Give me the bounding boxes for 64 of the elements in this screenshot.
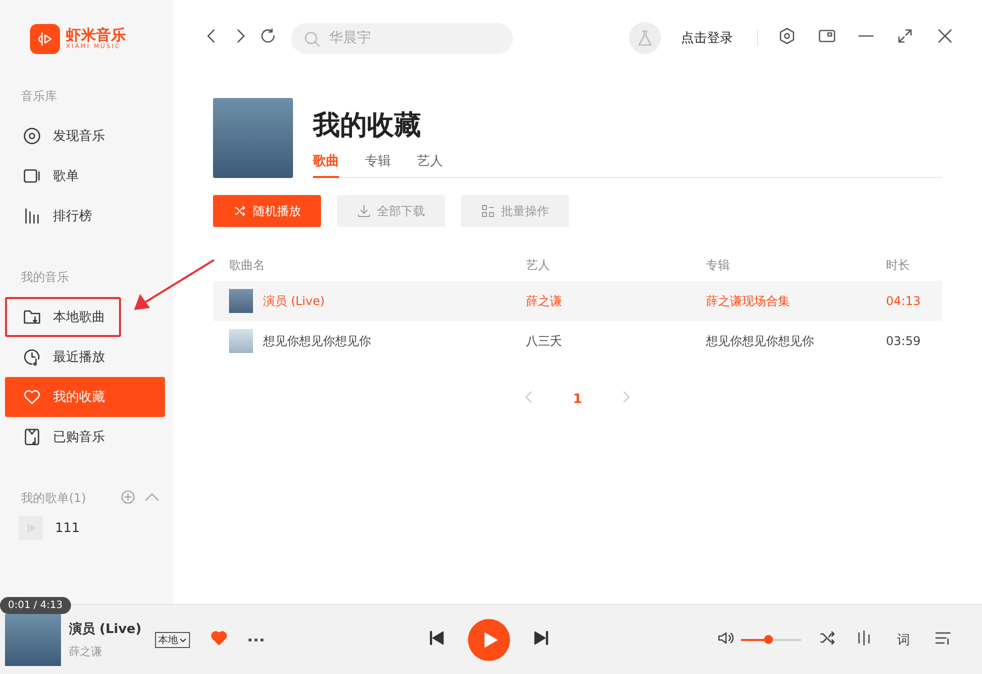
sidebar-item[interactable]: 歌单 <box>5 156 165 196</box>
playlist-item[interactable]: 111 <box>19 516 165 540</box>
shuffle-icon <box>819 628 837 646</box>
screen-icon <box>23 167 41 185</box>
logo-name: 虾米音乐 <box>66 27 126 43</box>
skip-forward-icon <box>532 628 550 646</box>
more-icon <box>248 638 264 642</box>
sidebar-item[interactable]: 最近播放 <box>5 337 165 377</box>
album-cell-text: 想见你想见你想见你 <box>706 332 815 350</box>
source-dropdown[interactable]: 本地 <box>155 632 190 648</box>
photo-placeholder <box>229 289 253 313</box>
grid-icon <box>481 204 495 218</box>
play-button[interactable] <box>468 618 510 660</box>
column-header: 时长 <box>886 257 911 274</box>
track-title: 演员 (Live) <box>69 620 142 638</box>
column-header: 艺人 <box>526 257 551 274</box>
photo-placeholder <box>5 614 61 666</box>
heart-icon <box>23 388 41 406</box>
bag-icon <box>23 428 41 446</box>
song-row[interactable]: 想见你想见你想见你 八三夭 想见你想见你想见你 03:59 <box>213 321 942 361</box>
settings-icon <box>778 27 796 45</box>
add-icon <box>121 490 135 504</box>
column-header: 歌曲名 <box>229 257 266 274</box>
folder-icon <box>23 308 41 326</box>
artist-cell-text: 八三夭 <box>526 332 563 350</box>
expand-icon <box>896 27 914 45</box>
sidebar-item[interactable]: 排行榜 <box>5 196 165 236</box>
track-artist: 薛之谦 <box>69 644 103 659</box>
duration-cell-text: 04:13 <box>886 294 922 308</box>
page-title: 我的收藏 <box>313 109 422 143</box>
clock-icon <box>23 348 41 366</box>
time-tooltip: 0:01 / 4:13 <box>0 597 71 614</box>
sidebar-item[interactable]: 发现音乐 <box>5 116 165 156</box>
section-title: 我的音乐 <box>21 269 70 285</box>
disc-icon <box>23 127 41 145</box>
more-button[interactable] <box>248 638 264 642</box>
lyrics-button[interactable]: 词 <box>891 630 916 650</box>
duration-cell-text: 03:59 <box>886 334 922 348</box>
refresh-icon <box>259 27 277 45</box>
mini-window-icon <box>818 27 836 45</box>
tab[interactable]: 艺人 <box>417 150 443 178</box>
song-title: 想见你想见你想见你 <box>263 332 371 350</box>
section-title: 我的歌单(1) <box>21 490 86 506</box>
minimize-icon <box>858 35 874 37</box>
sidebar-item[interactable]: 已购音乐 <box>5 417 165 457</box>
caret-icon <box>179 636 187 644</box>
sidebar-item[interactable]: 本地歌曲 <box>5 297 121 337</box>
close-icon <box>936 27 954 45</box>
download-icon <box>357 204 371 218</box>
album-cell-text: 薛之谦现场合集 <box>706 292 791 310</box>
logo-icon <box>30 24 60 54</box>
heart-icon <box>210 628 228 646</box>
skip-back-icon <box>428 628 446 646</box>
song-title: 演员 (Live) <box>263 292 325 310</box>
search-field[interactable]: 华晨宇 <box>291 22 513 54</box>
flask-icon <box>636 29 654 47</box>
column-header: 专辑 <box>706 257 731 274</box>
login-link[interactable]: 点击登录 <box>681 29 733 47</box>
tab[interactable]: 专辑 <box>365 150 391 178</box>
bars-icon <box>23 207 41 225</box>
artist-cell-text: 薛之谦 <box>526 292 563 310</box>
photo-placeholder <box>229 329 253 353</box>
shuffle-icon <box>233 204 247 218</box>
section-title: 音乐库 <box>21 88 58 104</box>
